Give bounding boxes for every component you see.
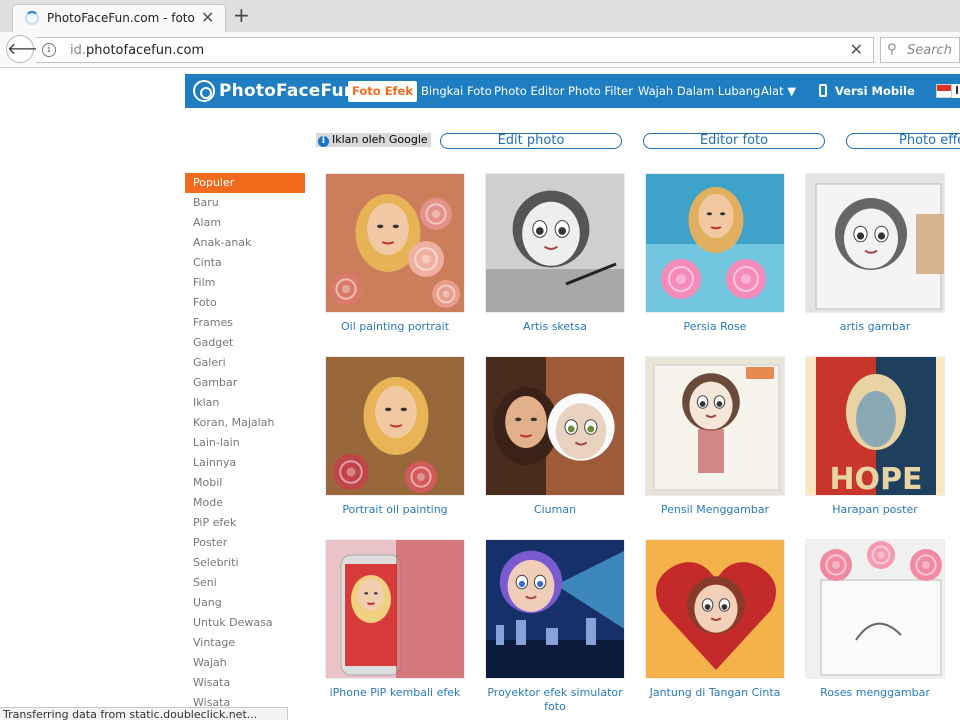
category-item[interactable]: Poster [185, 533, 305, 553]
effect-image [806, 174, 944, 312]
site-nav-bar: PhotoFaceFun Foto Efek Bingkai Foto Phot… [185, 74, 960, 108]
category-item[interactable]: Foto [185, 293, 305, 313]
kiss-thumb[interactable] [485, 356, 625, 496]
status-bar: Transferring data from static.doubleclic… [0, 707, 288, 720]
camera-logo-icon [193, 80, 215, 102]
tab-strip: PhotoFaceFun.com - foto ... ✕ + [0, 0, 960, 32]
ad-link-photo-effect[interactable]: Photo effe [846, 133, 960, 149]
category-item[interactable]: Selebriti [185, 553, 305, 573]
nav-foto-efek[interactable]: Foto Efek [348, 81, 417, 102]
portrait-oil-thumb[interactable] [325, 356, 465, 496]
ads-by-google-badge[interactable]: i Iklan oleh Google [316, 133, 431, 147]
browser-tab[interactable]: PhotoFaceFun.com - foto ... ✕ [12, 4, 226, 32]
effect-caption[interactable]: Artis sketsa [475, 320, 635, 334]
effect-caption[interactable]: Persia Rose [635, 320, 795, 334]
effect-image: HOPE [806, 357, 944, 496]
new-tab-plus-icon[interactable]: + [233, 3, 250, 27]
effect-image [326, 174, 464, 312]
effect-image [486, 174, 624, 312]
category-item[interactable]: Wajah [185, 653, 305, 673]
oil-painting-thumb[interactable] [325, 173, 465, 313]
tab-title: PhotoFaceFun.com - foto ... [47, 11, 197, 25]
category-item[interactable]: Iklan [185, 393, 305, 413]
close-tab-icon[interactable]: ✕ [201, 8, 214, 27]
browser-chrome: PhotoFaceFun.com - foto ... ✕ + 🡐 i id.p… [0, 0, 960, 68]
stop-loading-icon[interactable]: ✕ [850, 40, 863, 59]
effect-image [486, 357, 624, 495]
search-icon: ⚲ [887, 42, 897, 57]
mobile-version-link[interactable]: Versi Mobile [819, 84, 915, 98]
effect-caption[interactable]: Jantung di Tangan Cinta [635, 686, 795, 700]
effect-caption[interactable]: Portrait oil painting [315, 503, 475, 517]
category-item[interactable]: Mobil [185, 473, 305, 493]
ad-link-edit-photo[interactable]: Edit photo [440, 133, 622, 149]
category-item[interactable]: Anak-anak [185, 233, 305, 253]
effect-image [646, 357, 784, 495]
site-info-icon[interactable]: i [42, 43, 56, 57]
category-item[interactable]: Mode [185, 493, 305, 513]
effect-caption[interactable]: Harapan poster [795, 503, 955, 517]
nav-photo-editor[interactable]: Photo Editor [494, 84, 565, 98]
ad-info-icon: i [318, 136, 329, 147]
site-logo[interactable]: PhotoFaceFun [193, 80, 356, 102]
effect-image [806, 540, 944, 678]
pencil-drawing-thumb[interactable] [645, 356, 785, 496]
persia-rose-thumb[interactable] [645, 173, 785, 313]
category-item[interactable]: Wisata [185, 673, 305, 693]
effect-caption[interactable]: Ciuman [475, 503, 635, 517]
loading-spinner-icon [25, 11, 39, 25]
category-item[interactable]: Vintage [185, 633, 305, 653]
effect-caption[interactable]: Oil painting portrait [315, 320, 475, 334]
url-text[interactable]: id.photofacefun.com [70, 43, 204, 58]
sketch-artist-thumb[interactable] [485, 173, 625, 313]
effect-image [486, 540, 624, 678]
category-item[interactable]: Galeri [185, 353, 305, 373]
category-item[interactable]: Film [185, 273, 305, 293]
category-item[interactable]: Seni [185, 573, 305, 593]
category-item[interactable]: Gambar [185, 373, 305, 393]
effect-caption[interactable]: artis gambar [795, 320, 955, 334]
category-item[interactable]: Frames [185, 313, 305, 333]
effect-image [646, 540, 784, 678]
ad-link-editor-foto[interactable]: Editor foto [643, 133, 825, 149]
category-item[interactable]: Untuk Dewasa [185, 613, 305, 633]
category-sidebar: Populer Baru Alam Anak-anak Cinta Film Foto Fra… [185, 173, 305, 713]
nav-alat-dropdown[interactable]: Alat ▼ [761, 84, 796, 98]
roses-drawing-thumb[interactable] [805, 539, 945, 679]
nav-bingkai-foto[interactable]: Bingkai Foto [421, 84, 492, 98]
effect-caption[interactable]: iPhone PiP kembali efek [315, 686, 475, 700]
nav-wajah-dalam-lubang[interactable]: Wajah Dalam Lubang [638, 84, 760, 98]
category-item[interactable]: Gadget [185, 333, 305, 353]
category-item[interactable]: Populer [185, 173, 305, 193]
category-item[interactable]: PiP efek [185, 513, 305, 533]
address-bar[interactable]: i id.photofacefun.com ✕ [36, 37, 874, 63]
effect-image [326, 357, 464, 495]
projector-thumb[interactable] [485, 539, 625, 679]
category-item[interactable]: Baru [185, 193, 305, 213]
category-item[interactable]: Cinta [185, 253, 305, 273]
iphone-pip-thumb[interactable] [325, 539, 465, 679]
language-selector[interactable]: I [936, 84, 960, 98]
effect-image [326, 540, 464, 678]
category-item[interactable]: Alam [185, 213, 305, 233]
back-arrow-icon[interactable]: 🡐 [6, 35, 50, 63]
effect-image [646, 174, 784, 312]
navigation-bar: 🡐 i id.photofacefun.com ✕ ⚲ Search [0, 32, 960, 68]
search-box[interactable]: ⚲ Search [880, 37, 960, 63]
category-item[interactable]: Uang [185, 593, 305, 613]
effect-caption[interactable]: Proyektor efek simulator foto [475, 686, 635, 714]
mobile-phone-icon [819, 84, 827, 97]
drawing-artist-thumb[interactable] [805, 173, 945, 313]
hope-poster-word: HOPE [829, 462, 922, 496]
indonesia-flag-icon [936, 84, 952, 98]
category-item[interactable]: Lainnya [185, 453, 305, 473]
nav-photo-filter[interactable]: Photo Filter [568, 84, 633, 98]
search-placeholder: Search [907, 43, 952, 58]
category-item[interactable]: Koran, Majalah [185, 413, 305, 433]
heart-hands-thumb[interactable] [645, 539, 785, 679]
category-item[interactable]: Lain-lain [185, 433, 305, 453]
effect-caption[interactable]: Roses menggambar [795, 686, 955, 700]
hope-poster-thumb[interactable]: HOPE [805, 356, 945, 496]
effect-caption[interactable]: Pensil Menggambar [635, 503, 795, 517]
